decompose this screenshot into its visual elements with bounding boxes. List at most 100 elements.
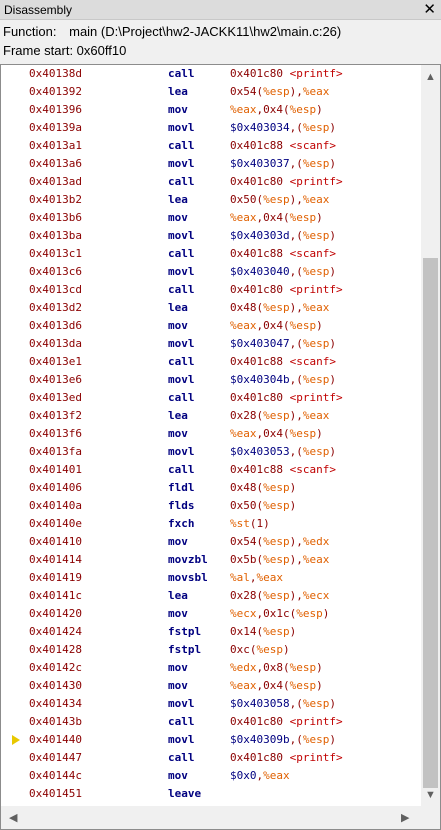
- disassembly-row[interactable]: 0x401440 movl $0x40309b,(%esp): [1, 731, 420, 749]
- disassembly-row[interactable]: 0x4013c6 movl $0x403040,(%esp): [1, 263, 420, 281]
- disassembly-row[interactable]: 0x4013a6 movl $0x403037,(%esp): [1, 155, 420, 173]
- disassembly-row[interactable]: 0x4013d6 mov %eax,0x4(%esp): [1, 317, 420, 335]
- instruction-operands: %edx,0x8(%esp): [230, 659, 323, 677]
- disassembly-row[interactable]: 0x401434 movl $0x403058,(%esp): [1, 695, 420, 713]
- disassembly-row[interactable]: 0x401419 movsbl %al,%eax: [1, 569, 420, 587]
- instruction-mnemonic: movl: [168, 229, 195, 242]
- disassembly-row[interactable]: 0x401428 fstpl 0xc(%esp): [1, 641, 420, 659]
- disassembly-row[interactable]: 0x4013fa movl $0x403053,(%esp): [1, 443, 420, 461]
- instruction-address: 0x401419: [29, 571, 82, 584]
- disassembly-row[interactable]: 0x401392 lea 0x54(%esp),%eax: [1, 83, 420, 101]
- instruction-mnemonic: movl: [168, 733, 195, 746]
- instruction-address: 0x40143b: [29, 715, 82, 728]
- scroll-left-icon[interactable]: ◀: [9, 812, 17, 824]
- instruction-mnemonic: mov: [168, 427, 188, 440]
- disassembly-row[interactable]: 0x4013d2 lea 0x48(%esp),%eax: [1, 299, 420, 317]
- disassembly-row[interactable]: 0x40140e fxch %st(1): [1, 515, 420, 533]
- operand-token: ): [329, 121, 336, 134]
- operand-token: ),: [289, 589, 303, 602]
- instruction-operands: 0x401c88 <scanf>: [230, 137, 336, 155]
- instruction-mnemonic: fstpl: [168, 643, 202, 656]
- disassembly-row[interactable]: 0x4013ad call 0x401c80 <printf>: [1, 173, 420, 191]
- disassembly-row[interactable]: 0x401424 fstpl 0x14(%esp): [1, 623, 420, 641]
- operand-token: $0x403040: [230, 265, 290, 278]
- disassembly-row[interactable]: 0x401401 call 0x401c88 <scanf>: [1, 461, 420, 479]
- instruction-mnemonic: lea: [168, 85, 188, 98]
- operand-token: <scanf>: [289, 355, 336, 368]
- disassembly-row[interactable]: 0x4013b2 lea 0x50(%esp),%eax: [1, 191, 420, 209]
- close-icon[interactable]: ✕: [423, 0, 436, 20]
- scroll-up-icon[interactable]: ▲: [425, 71, 436, 83]
- disassembly-row[interactable]: 0x401396 mov %eax,0x4(%esp): [1, 101, 420, 119]
- instruction-address: 0x401447: [29, 751, 82, 764]
- instruction-mnemonic: movl: [168, 445, 195, 458]
- function-value: main (D:\Project\hw2-JACKK11\hw2\main.c:…: [69, 24, 342, 39]
- disassembly-row[interactable]: 0x401420 mov %ecx,0x1c(%esp): [1, 605, 420, 623]
- disassembly-row[interactable]: 0x4013f2 lea 0x28(%esp),%eax: [1, 407, 420, 425]
- instruction-operands: $0x0,%eax: [230, 767, 290, 785]
- scroll-down-icon[interactable]: ▼: [425, 789, 436, 801]
- operand-token: ,(: [289, 697, 303, 710]
- disassembly-row[interactable]: 0x4013a1 call 0x401c88 <scanf>: [1, 137, 420, 155]
- instruction-address: 0x401396: [29, 103, 82, 116]
- instruction-address: 0x40144c: [29, 769, 82, 782]
- disassembly-row[interactable]: 0x40139a movl $0x403034,(%esp): [1, 119, 420, 137]
- operand-token: ),: [289, 193, 303, 206]
- vertical-scroll-thumb[interactable]: [423, 258, 438, 788]
- horizontal-scrollbar[interactable]: ◀ ▶: [1, 806, 440, 829]
- instruction-address: 0x4013a1: [29, 139, 82, 152]
- instruction-operands: %eax,0x4(%esp): [230, 677, 323, 695]
- disassembly-row[interactable]: 0x4013ba movl $0x40303d,(%esp): [1, 227, 420, 245]
- operand-token: 0x401c88: [230, 247, 290, 260]
- instruction-operands: 0x54(%esp),%eax: [230, 83, 329, 101]
- disassembly-row[interactable]: 0x401430 mov %eax,0x4(%esp): [1, 677, 420, 695]
- instruction-address: 0x401434: [29, 697, 82, 710]
- disassembly-row[interactable]: 0x40140a flds 0x50(%esp): [1, 497, 420, 515]
- disassembly-row[interactable]: 0x40142c mov %edx,0x8(%esp): [1, 659, 420, 677]
- instruction-mnemonic: lea: [168, 301, 188, 314]
- operand-token: 0x401c88: [230, 355, 290, 368]
- instruction-mnemonic: movl: [168, 265, 195, 278]
- disassembly-row[interactable]: 0x4013e6 movl $0x40304b,(%esp): [1, 371, 420, 389]
- operand-token: <printf>: [289, 283, 343, 296]
- disassembly-list[interactable]: 0x40138d call 0x401c80 <printf> 0x401392 lea…: [1, 65, 420, 806]
- instruction-mnemonic: movl: [168, 697, 195, 710]
- disassembly-row[interactable]: 0x401406 fldl 0x48(%esp): [1, 479, 420, 497]
- disassembly-row[interactable]: 0x40141c lea 0x28(%esp),%ecx: [1, 587, 420, 605]
- disassembly-row[interactable]: 0x4013ed call 0x401c80 <printf>: [1, 389, 420, 407]
- operand-token: $0x40304b: [230, 373, 290, 386]
- disassembly-row[interactable]: 0x401410 mov 0x54(%esp),%edx: [1, 533, 420, 551]
- vertical-scrollbar[interactable]: ▲ ▼: [421, 65, 440, 806]
- operand-token: ,0x4(: [256, 679, 290, 692]
- function-label: Function:: [3, 24, 57, 39]
- disassembly-row[interactable]: 0x4013e1 call 0x401c88 <scanf>: [1, 353, 420, 371]
- instruction-operands: 0x5b(%esp),%eax: [230, 551, 329, 569]
- disassembly-row[interactable]: 0x4013f6 mov %eax,0x4(%esp): [1, 425, 420, 443]
- disassembly-row[interactable]: 0x4013b6 mov %eax,0x4(%esp): [1, 209, 420, 227]
- operand-token: ): [329, 157, 336, 170]
- disassembly-row[interactable]: 0x40144c mov $0x0,%eax: [1, 767, 420, 785]
- instruction-address: 0x40139a: [29, 121, 82, 134]
- operand-token: %esp: [263, 409, 290, 422]
- disassembly-row[interactable]: 0x4013c1 call 0x401c88 <scanf>: [1, 245, 420, 263]
- operand-token: %esp: [289, 679, 317, 692]
- operand-token: ,(: [289, 229, 303, 242]
- operand-token: $0x403053: [230, 445, 290, 458]
- scroll-right-icon[interactable]: ▶: [401, 812, 409, 824]
- disassembly-row[interactable]: 0x401414 movzbl 0x5b(%esp),%eax: [1, 551, 420, 569]
- disassembly-row[interactable]: 0x401451 leave: [1, 785, 420, 803]
- instruction-operands: $0x403047,(%esp): [230, 335, 336, 353]
- instruction-mnemonic: movsbl: [168, 571, 208, 584]
- operand-token: ,(: [289, 157, 303, 170]
- operand-token: ,0x4(: [256, 211, 290, 224]
- disassembly-row[interactable]: 0x401447 call 0x401c80 <printf>: [1, 749, 420, 767]
- operand-token: ): [289, 499, 297, 512]
- operand-token: %esp: [302, 697, 330, 710]
- instruction-mnemonic: call: [168, 139, 195, 152]
- instruction-mnemonic: mov: [168, 661, 188, 674]
- disassembly-row[interactable]: 0x4013da movl $0x403047,(%esp): [1, 335, 420, 353]
- disassembly-row[interactable]: 0x40138d call 0x401c80 <printf>: [1, 65, 420, 83]
- disassembly-row[interactable]: 0x40143b call 0x401c80 <printf>: [1, 713, 420, 731]
- operand-token: %esp: [302, 445, 330, 458]
- disassembly-row[interactable]: 0x4013cd call 0x401c80 <printf>: [1, 281, 420, 299]
